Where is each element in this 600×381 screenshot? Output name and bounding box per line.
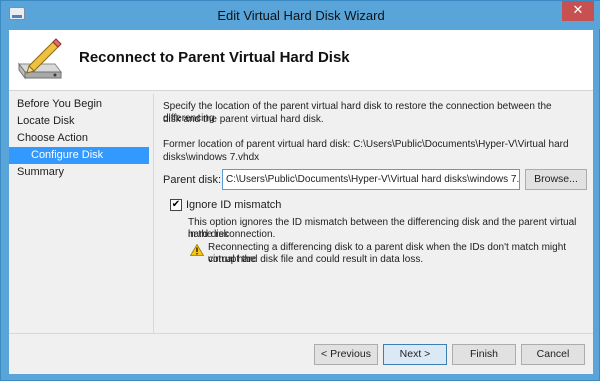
close-button[interactable]: ✕ — [562, 1, 594, 21]
title-bar[interactable]: Edit Virtual Hard Disk Wizard ✕ — [1, 1, 600, 29]
nav-divider — [153, 94, 154, 334]
ignore-id-mismatch-label[interactable]: Ignore ID mismatch — [186, 199, 281, 211]
warning-text-line2: virtual hard disk file and could result … — [208, 254, 424, 265]
nav-item-configure-disk[interactable]: Configure Disk — [9, 147, 149, 164]
browse-button[interactable]: Browse... — [525, 169, 587, 190]
window-title: Edit Virtual Hard Disk Wizard — [217, 8, 385, 23]
nav-item-before-you-begin[interactable]: Before You Begin — [9, 96, 149, 113]
parent-disk-label: Parent disk: — [163, 174, 222, 186]
nav-item-choose-action[interactable]: Choose Action — [9, 130, 149, 147]
disk-pencil-icon — [18, 38, 62, 80]
warning-icon — [190, 244, 204, 256]
wizard-client-area: Reconnect to Parent Virtual Hard Disk Be… — [9, 30, 593, 374]
footer-divider — [9, 333, 593, 334]
nav-item-locate-disk[interactable]: Locate Disk — [9, 113, 149, 130]
parent-disk-input[interactable]: C:\Users\Public\Documents\Hyper-V\Virtua… — [222, 169, 520, 190]
wizard-header: Reconnect to Parent Virtual Hard Disk — [9, 30, 593, 91]
wizard-window: Edit Virtual Hard Disk Wizard ✕ Reconnec… — [0, 0, 600, 381]
former-location-line2: disks\windows 7.vhdx — [163, 152, 260, 163]
intro-text-line2: disk and the parent virtual hard disk. — [163, 114, 324, 125]
page-title: Reconnect to Parent Virtual Hard Disk — [79, 49, 350, 66]
former-location-line1: Former location of parent virtual hard d… — [163, 139, 569, 150]
nav-item-summary[interactable]: Summary — [9, 164, 149, 181]
cancel-button[interactable]: Cancel — [521, 344, 585, 365]
ignore-id-mismatch-checkbox[interactable]: ✔ — [170, 199, 182, 211]
finish-button[interactable]: Finish — [452, 344, 516, 365]
next-button[interactable]: Next > — [383, 344, 447, 365]
ignore-description-line2: in the reconnection. — [188, 229, 276, 240]
previous-button[interactable]: < Previous — [314, 344, 378, 365]
